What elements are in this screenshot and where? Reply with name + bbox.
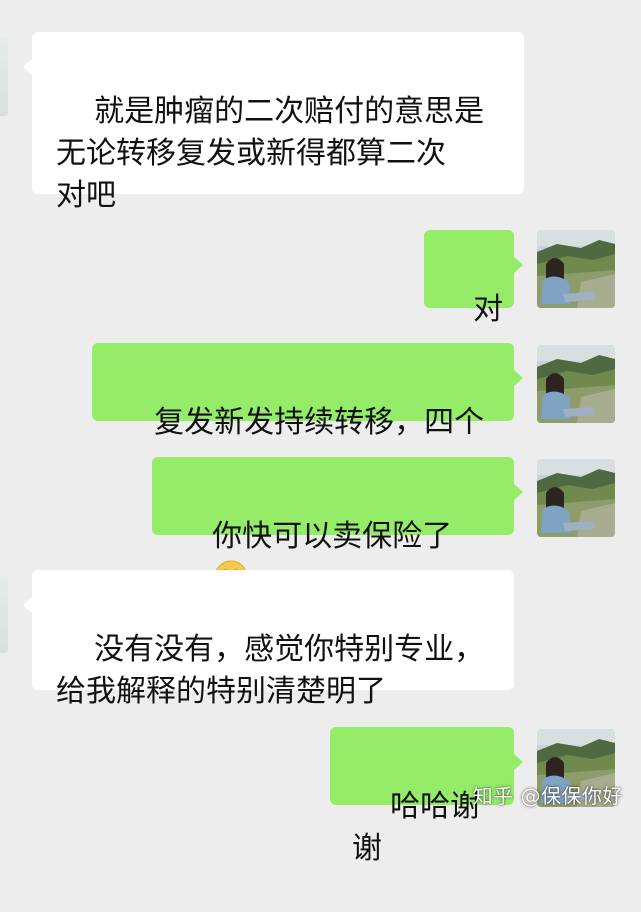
message-text: 你快可以卖保险了: [212, 519, 453, 554]
landscape-person-avatar-icon: [537, 230, 615, 308]
message-text: 就是肿瘤的二次赔付的意思是 无论转移复发或新得都算二次 对吧: [56, 94, 485, 213]
user-avatar[interactable]: [537, 230, 615, 308]
message-text: 哈哈谢谢: [352, 789, 481, 866]
landscape-person-avatar-icon: [537, 345, 615, 423]
contact-avatar-edge[interactable]: [0, 575, 8, 653]
landscape-person-avatar-icon: [537, 459, 615, 537]
chat-window: 就是肿瘤的二次赔付的意思是 无论转移复发或新得都算二次 对吧 对 复发新发持续转…: [0, 0, 641, 866]
message-bubble-sent[interactable]: 你快可以卖保险了: [152, 457, 523, 594]
message-text: 对: [473, 292, 504, 327]
message-bubble-sent[interactable]: 复发新发持续转移，四个: [92, 343, 523, 440]
watermark: 知乎 @保保你好: [472, 784, 623, 808]
user-avatar[interactable]: [537, 459, 615, 537]
contact-avatar-edge[interactable]: [0, 38, 8, 116]
message-text: 复发新发持续转移，四个: [154, 405, 485, 440]
message-bubble-received[interactable]: 就是肿瘤的二次赔付的意思是 无论转移复发或新得都算二次 对吧: [23, 32, 524, 213]
user-avatar[interactable]: [537, 345, 615, 423]
message-text: 没有没有，感觉你特别专业， 给我解释的特别清楚明了: [56, 632, 485, 709]
message-bubble-sent[interactable]: 对: [424, 230, 523, 327]
message-bubble-received[interactable]: 没有没有，感觉你特别专业， 给我解释的特别清楚明了: [23, 570, 514, 709]
